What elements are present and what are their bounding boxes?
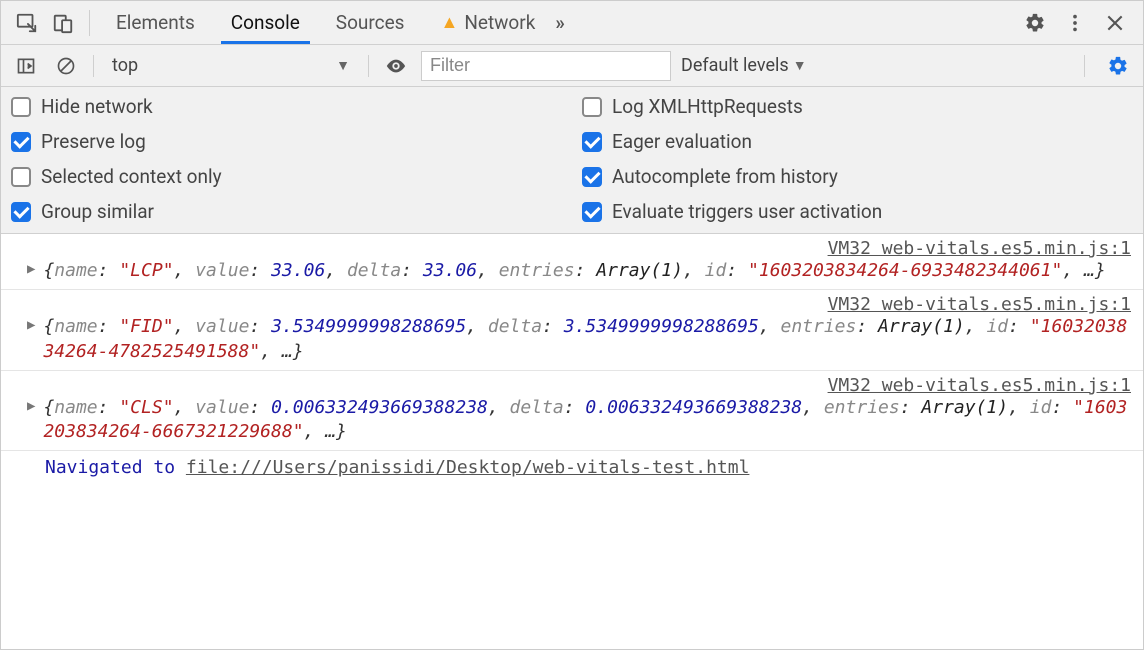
log-object[interactable]: {name: "CLS", value: 0.00633249366938823… <box>41 396 1135 445</box>
checkbox-hide-network[interactable]: Hide network <box>11 95 562 118</box>
console-log: VM32 web-vitals.es5.min.js:1 ▶ {name: "L… <box>1 234 1143 486</box>
tab-console[interactable]: Console <box>213 1 318 44</box>
separator <box>368 55 369 77</box>
source-link[interactable]: VM32 web-vitals.es5.min.js:1 <box>9 238 1135 259</box>
separator <box>93 55 94 77</box>
kebab-menu-icon[interactable] <box>1055 5 1095 41</box>
tab-network[interactable]: ▲ Network <box>422 1 553 44</box>
log-entry: VM32 web-vitals.es5.min.js:1 ▶ {name: "C… <box>1 371 1143 452</box>
console-settings-panel: Hide network Log XMLHttpRequests Preserv… <box>1 87 1143 234</box>
filter-input[interactable] <box>421 51 671 81</box>
more-tabs-button[interactable]: » <box>553 1 567 44</box>
tab-sources[interactable]: Sources <box>318 1 423 44</box>
chevron-down-icon: ▼ <box>793 57 807 74</box>
panel-tabs: Elements Console Sources ▲ Network » <box>98 1 567 44</box>
log-levels-selector[interactable]: Default levels▼ <box>681 55 807 76</box>
close-icon[interactable] <box>1095 5 1135 41</box>
source-link[interactable]: VM32 web-vitals.es5.min.js:1 <box>9 375 1135 396</box>
checkbox-eager-evaluation[interactable]: Eager evaluation <box>582 130 1133 153</box>
expand-icon[interactable]: ▶ <box>27 317 35 333</box>
toggle-sidebar-icon[interactable] <box>11 51 41 81</box>
navigation-url[interactable]: file:///Users/panissidi/Desktop/web-vita… <box>186 457 750 478</box>
expand-icon[interactable]: ▶ <box>27 398 35 414</box>
devtools-top-bar: Elements Console Sources ▲ Network » <box>1 1 1143 45</box>
checkbox-log-xhr[interactable]: Log XMLHttpRequests <box>582 95 1133 118</box>
expand-icon[interactable]: ▶ <box>27 261 35 277</box>
separator <box>1084 55 1085 77</box>
clear-console-icon[interactable] <box>51 51 81 81</box>
checkbox-evaluate-activation[interactable]: Evaluate triggers user activation <box>582 200 1133 223</box>
source-link[interactable]: VM32 web-vitals.es5.min.js:1 <box>9 294 1135 315</box>
checkbox-group-similar[interactable]: Group similar <box>11 200 562 223</box>
console-settings-gear-icon[interactable] <box>1103 51 1133 81</box>
console-toolbar: top▼ Default levels▼ <box>1 45 1143 87</box>
device-toolbar-icon[interactable] <box>45 5 81 41</box>
checkbox-autocomplete[interactable]: Autocomplete from history <box>582 165 1133 188</box>
log-entry: VM32 web-vitals.es5.min.js:1 ▶ {name: "L… <box>1 234 1143 290</box>
warning-icon: ▲ <box>440 12 458 33</box>
log-entry: VM32 web-vitals.es5.min.js:1 ▶ {name: "F… <box>1 290 1143 371</box>
log-object[interactable]: {name: "FID", value: 3.5349999998288695,… <box>41 315 1135 364</box>
log-object[interactable]: {name: "LCP", value: 33.06, delta: 33.06… <box>41 259 1135 283</box>
navigation-message: Navigated to file:///Users/panissidi/Des… <box>1 451 1143 486</box>
live-expression-icon[interactable] <box>381 51 411 81</box>
inspect-element-icon[interactable] <box>9 5 45 41</box>
separator <box>89 10 90 36</box>
checkbox-selected-context[interactable]: Selected context only <box>11 165 562 188</box>
chevron-down-icon: ▼ <box>336 57 350 74</box>
tab-elements[interactable]: Elements <box>98 1 213 44</box>
context-selector[interactable]: top▼ <box>106 52 356 80</box>
checkbox-preserve-log[interactable]: Preserve log <box>11 130 562 153</box>
settings-gear-icon[interactable] <box>1015 5 1055 41</box>
